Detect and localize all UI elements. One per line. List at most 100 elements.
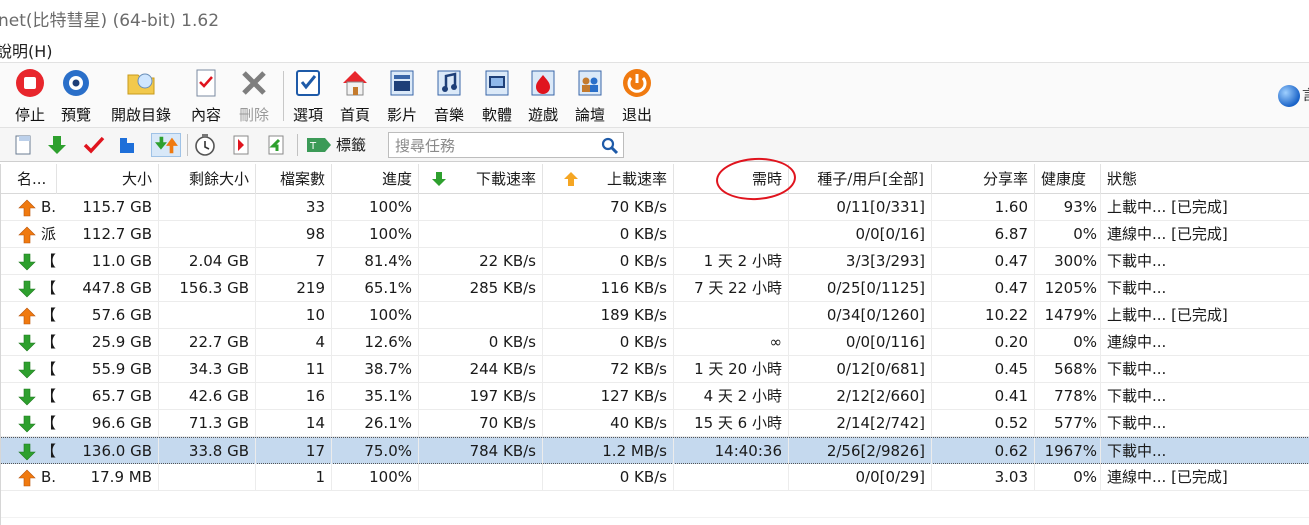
table-row[interactable]: 【447.8 GB 156.3 GB 219 65.1% 285 KB/s 116 KB/… xyxy=(1,275,1309,302)
table-row[interactable]: 【25.9 GB 22.7 GB 4 12.6% 0 KB/s 0 KB/s ∞ 0/0[0/… xyxy=(1,329,1309,356)
cell-size: 112.7 GB xyxy=(57,221,159,248)
downloading-arrow-icon xyxy=(18,361,36,379)
cell-download-speed: 0 KB/s xyxy=(419,329,543,356)
cell-name: 【 xyxy=(41,414,57,432)
cell-eta xyxy=(674,221,789,248)
queued-filter-icon[interactable] xyxy=(115,133,139,157)
import-torrent-icon[interactable] xyxy=(229,133,253,157)
main-toolbar: 停止 預覽 開啟目錄 內容 刪除 選項 首頁 影片 音樂 軟體 遊戲 論壇 退出 xyxy=(0,62,1309,128)
cell-size: 55.9 GB xyxy=(57,356,159,383)
table-row[interactable]: 【55.9 GB 34.3 GB 11 38.7% 244 KB/s 72 KB/s 1 天… xyxy=(1,356,1309,383)
cell-size: 115.7 GB xyxy=(57,194,159,221)
table-row[interactable]: 【57.6 GB 10 100% 189 KB/s 0/34[0/1260] 10.22 1… xyxy=(1,302,1309,329)
cell-status: 下載中... xyxy=(1107,279,1167,297)
scheduler-icon[interactable] xyxy=(193,133,217,157)
downloading-filter-icon[interactable] xyxy=(45,133,69,157)
cell-upload-speed: 189 KB/s xyxy=(543,302,674,329)
menu-help[interactable]: 說明(H) xyxy=(0,38,53,62)
cell-eta: 4 天 2 小時 xyxy=(674,383,789,410)
cell-eta: 1 天 20 小時 xyxy=(674,356,789,383)
cell-download-speed xyxy=(419,194,543,221)
cell-progress: 65.1% xyxy=(332,275,419,302)
cell-files: 17 xyxy=(256,438,332,465)
cell-health: 300% xyxy=(1035,248,1101,275)
open-folder-icon xyxy=(106,67,176,99)
cell-name: 【 xyxy=(41,252,57,270)
cell-eta: 15 天 6 小時 xyxy=(674,410,789,437)
toolbar-exit-button[interactable]: 退出 xyxy=(602,67,672,127)
col-remaining[interactable]: 剩餘大小 xyxy=(159,164,256,194)
toolbar-open-folder-button[interactable]: 開啟目錄 xyxy=(106,67,176,127)
table-row[interactable]: 【96.6 GB 71.3 GB 14 26.1% 70 KB/s 40 KB/s 15 天… xyxy=(1,410,1309,437)
table-row[interactable]: 【11.0 GB 2.04 GB 7 81.4% 22 KB/s 0 KB/s 1 天 2 … xyxy=(1,248,1309,275)
search-icon[interactable] xyxy=(601,137,619,155)
table-row[interactable]: B. 17.9 MB 1 100% 0 KB/s 0/0[0/29] 3.03 0% 連線中..… xyxy=(1,464,1309,491)
cell-status: 連線中... xyxy=(1107,333,1167,351)
col-seeds-peers[interactable]: 種子/用戶[全部] xyxy=(789,164,932,194)
filter-toolbar: T 標籤 搜尋任務 xyxy=(0,128,1309,162)
cell-eta xyxy=(674,194,789,221)
cell-remaining xyxy=(159,464,256,491)
all-tasks-icon[interactable] xyxy=(12,133,36,157)
cell-upload-speed: 72 KB/s xyxy=(543,356,674,383)
col-progress[interactable]: 進度 xyxy=(332,164,419,194)
cell-health: 0% xyxy=(1035,329,1101,356)
cell-size: 447.8 GB xyxy=(57,275,159,302)
col-upload-speed[interactable]: 上載速率 xyxy=(543,164,674,194)
svg-text:T: T xyxy=(309,141,317,152)
cell-name: B. xyxy=(41,198,57,216)
completed-filter-icon[interactable] xyxy=(82,133,106,157)
cell-download-speed: 70 KB/s xyxy=(419,410,543,437)
up-down-filter-icon[interactable] xyxy=(151,133,181,157)
cell-progress: 26.1% xyxy=(332,410,419,437)
cell-upload-speed: 40 KB/s xyxy=(543,410,674,437)
export-torrent-icon[interactable] xyxy=(264,133,288,157)
cell-name: 【 xyxy=(41,387,57,405)
cell-download-speed: 784 KB/s xyxy=(419,438,543,465)
downloading-arrow-icon xyxy=(18,334,36,352)
cell-remaining xyxy=(159,221,256,248)
cell-status: 連線中... [已完成] xyxy=(1107,468,1228,486)
downloading-arrow-icon xyxy=(18,443,36,461)
cell-size: 136.0 GB xyxy=(57,438,159,465)
cell-status: 下載中... xyxy=(1107,414,1167,432)
toolbar-button-label: 預覽 xyxy=(60,106,91,124)
uploading-arrow-icon xyxy=(18,226,36,244)
cell-remaining: 156.3 GB xyxy=(159,275,256,302)
cell-progress: 100% xyxy=(332,221,419,248)
col-name[interactable]: 名... xyxy=(11,164,57,194)
col-files[interactable]: 檔案數 xyxy=(256,164,332,194)
cell-eta: 1 天 2 小時 xyxy=(674,248,789,275)
toolbar-separator xyxy=(283,71,284,121)
cell-seeds-peers: 3/3[3/293] xyxy=(789,248,932,275)
cell-status: 下載中... xyxy=(1107,387,1167,405)
table-row[interactable]: B. 115.7 GB 33 100% 70 KB/s 0/11[0/331] 1.60 93… xyxy=(1,194,1309,221)
toolbar-preview-button[interactable]: 預覽 xyxy=(41,67,111,127)
cell-share-ratio: 0.20 xyxy=(932,329,1035,356)
col-size[interactable]: 大小 xyxy=(57,164,159,194)
language-label[interactable]: 言 xyxy=(1302,85,1309,105)
search-input[interactable]: 搜尋任務 xyxy=(388,132,624,158)
cell-upload-speed: 0 KB/s xyxy=(543,464,674,491)
table-row[interactable]: 派 112.7 GB 98 100% 0 KB/s 0/0[0/16] 6.87 0% 連線中.… xyxy=(1,221,1309,248)
table-header: 名... 大小 剩餘大小 檔案數 進度 下載速率 上載速率 需時 種子/用戶[全… xyxy=(1,164,1309,194)
table-row[interactable]: 【65.7 GB 42.6 GB 16 35.1% 197 KB/s 127 KB/s 4 … xyxy=(1,383,1309,410)
downloading-arrow-icon xyxy=(18,280,36,298)
cell-download-speed: 285 KB/s xyxy=(419,275,543,302)
col-health[interactable]: 健康度 xyxy=(1035,164,1101,194)
cell-upload-speed: 70 KB/s xyxy=(543,194,674,221)
col-status[interactable]: 狀態 xyxy=(1101,164,1309,194)
cell-remaining: 2.04 GB xyxy=(159,248,256,275)
col-download-speed[interactable]: 下載速率 xyxy=(419,164,543,194)
title-bar: net(比特彗星) (64-bit) 1.62 xyxy=(0,0,1309,34)
col-share-ratio[interactable]: 分享率 xyxy=(932,164,1035,194)
window-title: net(比特彗星) (64-bit) 1.62 xyxy=(0,11,220,31)
table-row[interactable]: 【136.0 GB 33.8 GB 17 75.0% 784 KB/s 1.2 MB/s 1… xyxy=(1,437,1309,465)
cell-eta xyxy=(674,302,789,329)
cell-seeds-peers: 0/12[0/681] xyxy=(789,356,932,383)
cell-progress: 38.7% xyxy=(332,356,419,383)
downloading-arrow-icon xyxy=(18,415,36,433)
cell-download-speed xyxy=(419,464,543,491)
cell-name: B. xyxy=(41,468,57,486)
globe-icon[interactable] xyxy=(1278,85,1300,107)
